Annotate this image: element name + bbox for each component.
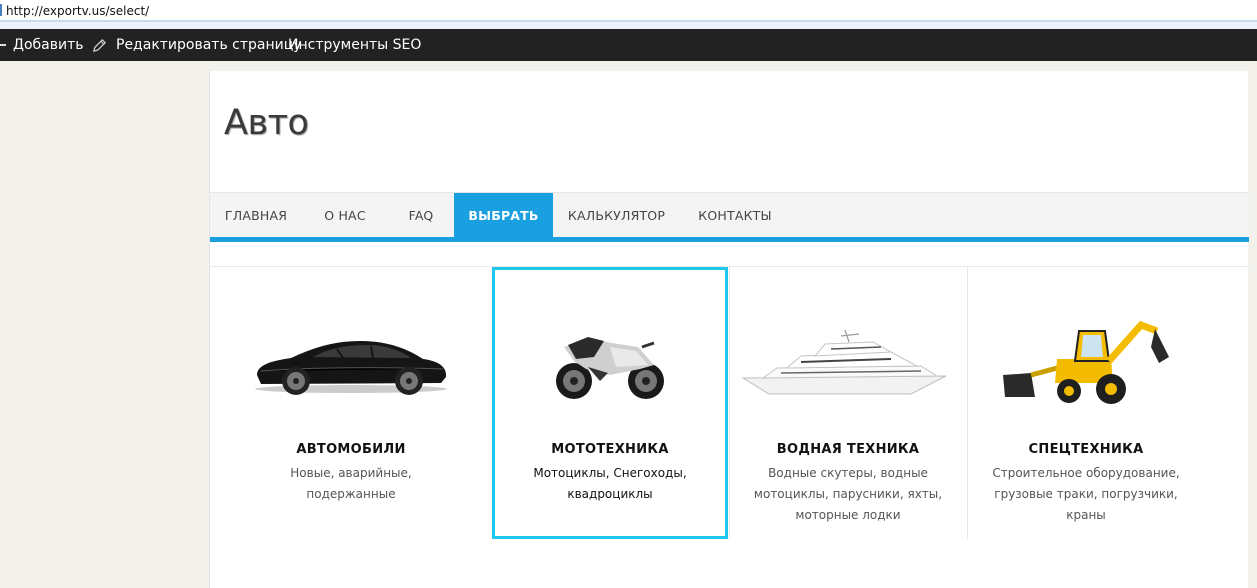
category-card-special-equipment[interactable]: СПЕЦТЕХНИКА Строительное оборудование, г… bbox=[967, 267, 1205, 539]
car-image bbox=[210, 307, 492, 417]
nav-item-home[interactable]: ГЛАВНАЯ bbox=[210, 193, 302, 238]
nav-item-about[interactable]: О НАС bbox=[302, 193, 388, 238]
address-bar-caret bbox=[0, 4, 2, 16]
admin-add-button[interactable]: Добавить bbox=[0, 29, 83, 61]
car-icon bbox=[255, 341, 447, 395]
page-container: Авто ГЛАВНАЯ О НАС FAQ ВЫБРАТЬ КАЛЬКУЛЯТ… bbox=[209, 71, 1249, 588]
category-title: ВОДНАЯ ТЕХНИКА bbox=[776, 442, 920, 457]
nav-item-calculator[interactable]: КАЛЬКУЛЯТОР bbox=[553, 193, 680, 238]
category-card-water-vehicles[interactable]: ВОДНАЯ ТЕХНИКА Водные скутеры, водные мо… bbox=[729, 267, 967, 539]
admin-seo-label: Инструменты SEO bbox=[288, 37, 422, 53]
yacht-image bbox=[729, 307, 967, 417]
plus-icon bbox=[0, 44, 6, 46]
category-card-cars[interactable]: АВТОМОБИЛИ Новые, аварийные, подержанные bbox=[210, 267, 492, 539]
pencil-icon bbox=[92, 38, 107, 52]
site-title[interactable]: Авто bbox=[224, 103, 309, 143]
main-nav: ГЛАВНАЯ О НАС FAQ ВЫБРАТЬ КАЛЬКУЛЯТОР КО… bbox=[210, 192, 1249, 238]
selected-card-highlight bbox=[492, 267, 728, 539]
admin-edit-label: Редактировать страницу bbox=[116, 37, 302, 53]
nav-item-faq[interactable]: FAQ bbox=[388, 193, 454, 238]
category-title: АВТОМОБИЛИ bbox=[296, 442, 406, 457]
yacht-icon bbox=[740, 329, 946, 395]
nav-item-contacts[interactable]: КОНТАКТЫ bbox=[680, 193, 790, 238]
backhoe-loader-image bbox=[967, 307, 1205, 417]
admin-seo-tools-button[interactable]: Инструменты SEO bbox=[288, 29, 421, 61]
admin-add-label: Добавить bbox=[13, 37, 84, 53]
category-description: Водные скутеры, водные мотоциклы, парусн… bbox=[753, 466, 943, 522]
admin-edit-page-button[interactable]: Редактировать страницу bbox=[92, 29, 302, 61]
nav-item-select[interactable]: ВЫБРАТЬ bbox=[454, 193, 553, 238]
nav-underline bbox=[210, 237, 1249, 242]
admin-toolbar: Добавить Редактировать страницу Инструме… bbox=[0, 29, 1257, 61]
browser-toolbar-strip bbox=[0, 22, 1257, 29]
address-bar-url[interactable]: http://exportv.us/select/ bbox=[6, 4, 149, 18]
backhoe-loader-icon bbox=[1003, 320, 1169, 404]
category-title: СПЕЦТЕХНИКА bbox=[1028, 442, 1144, 457]
category-description: Строительное оборудование, грузовые трак… bbox=[992, 466, 1180, 522]
category-description: Новые, аварийные, подержанные bbox=[290, 466, 412, 501]
address-bar[interactable]: http://exportv.us/select/ bbox=[0, 0, 1257, 22]
